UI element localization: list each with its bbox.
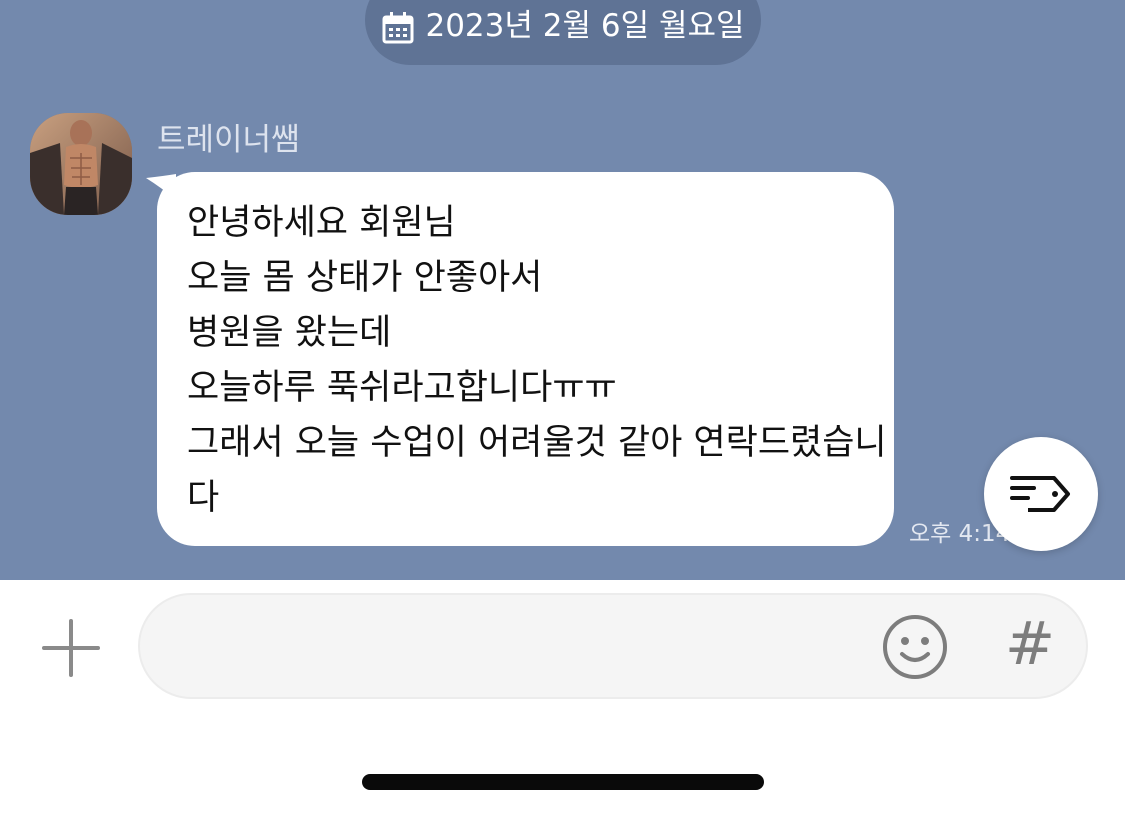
tag-list-icon [1010,476,1070,512]
chat-screen: 2023년 2월 6일 월요일 트레이너쌤 안녕하세요 회원님 오늘 몸 상태가… [0,0,1125,814]
tag-list-button[interactable] [984,437,1098,551]
profile-photo [30,113,132,215]
message-line: 오늘 몸 상태가 안좋아서 [187,258,543,298]
calendar-icon [382,12,414,44]
message-line: 다 [187,478,220,518]
home-indicator[interactable] [362,774,764,790]
date-divider: 2023년 2월 6일 월요일 [365,0,761,65]
message-line: 오늘하루 푹쉬라고합니다ㅠㅠ [187,368,617,408]
chat-message-area[interactable]: 2023년 2월 6일 월요일 트레이너쌤 안녕하세요 회원님 오늘 몸 상태가… [0,0,1125,580]
date-text: 2023년 2월 6일 월요일 [425,8,745,44]
message-input[interactable] [170,615,874,679]
message-bubble[interactable]: 안녕하세요 회원님 오늘 몸 상태가 안좋아서 병원을 왔는데 오늘하루 푹쉬라… [157,172,894,546]
plus-icon[interactable] [40,617,102,679]
message-line: 병원을 왔는데 [187,313,392,353]
hashtag-button[interactable]: # [1003,612,1057,676]
emoji-icon[interactable] [882,614,948,680]
sender-name: 트레이너쌤 [157,122,300,158]
message-line: 안녕하세요 회원님 [187,203,456,243]
message-line: 그래서 오늘 수업이 어려울것 같아 연락드렸습니 [187,423,887,463]
avatar[interactable] [30,113,132,215]
